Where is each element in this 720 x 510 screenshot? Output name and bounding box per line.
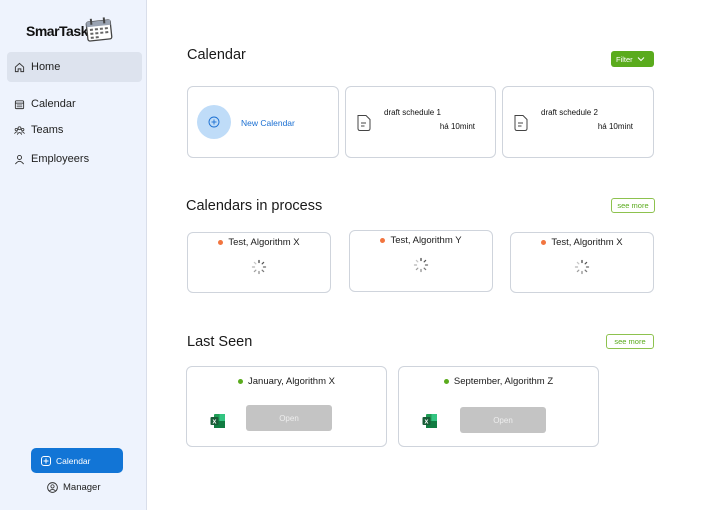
manager-profile[interactable]: Manager [47,482,101,493]
new-calendar-plus-circle [197,105,231,139]
sidebar-item-label: Teams [31,124,64,136]
plus-square-icon [41,455,51,466]
process-card-label: Test, Algorithm Y [390,235,462,246]
plus-circle-icon [208,116,220,128]
status-dot [380,238,386,243]
process-card-title: Test, Algorithm Y [350,235,492,246]
draft-time: há 10mint [597,122,633,131]
status-dot [218,240,224,245]
open-button[interactable]: Open [460,407,546,433]
excel-icon: x [422,414,437,428]
sidebar-item-label: Home [31,61,61,73]
process-card-label: Test, Algorithm X [228,237,300,248]
last-seen-card-label: January, Algorithm X [248,376,335,387]
draft-time: há 10mint [439,122,475,131]
new-calendar-label: New Calendar [241,118,295,128]
sidebar: SmarTask Home Calendar Teams Employeers … [0,0,147,510]
process-card[interactable]: Test, Algorithm X [187,232,331,293]
svg-text:x: x [425,419,429,426]
loading-spinner-icon [413,257,429,273]
last-seen-card-title: September, Algorithm Z [399,376,598,387]
status-dot [541,240,547,245]
draft-name: draft schedule 1 [384,108,441,117]
last-seen-card-label: September, Algorithm Z [453,376,554,387]
calendar-icon [14,99,25,109]
chevron-down-icon [637,57,645,62]
teams-icon [14,125,25,135]
svg-text:x: x [213,419,217,426]
process-card[interactable]: Test, Algorithm X [510,232,654,293]
app-logo[interactable]: SmarTask [25,14,117,44]
sidebar-item-teams[interactable]: Teams [7,115,142,145]
process-card-title: Test, Algorithm X [188,237,330,248]
process-section-title: Calendars in process [186,198,323,214]
process-card-label: Test, Algorithm X [551,237,623,248]
excel-icon: x [210,414,225,428]
document-icon [514,115,528,131]
calendar-section-title: Calendar [187,47,246,63]
sidebar-item-label: Employeers [31,153,90,165]
process-card[interactable]: Test, Algorithm Y [349,230,493,292]
last-seen-card-title: January, Algorithm X [187,376,386,387]
draft-card[interactable]: draft schedule 1 há 10mint [345,86,496,158]
app-logo-text: SmarTask [26,23,88,39]
calendar-button-label: Calendar [56,455,91,466]
new-calendar-card[interactable]: New Calendar [187,86,339,158]
new-calendar-sidebar-button[interactable]: Calendar [31,448,123,473]
draft-name: draft schedule 2 [541,108,598,117]
last-seen-see-more-button[interactable]: see more [606,334,654,349]
last-seen-section-title: Last Seen [187,334,253,350]
draft-card[interactable]: draft schedule 2 há 10mint [502,86,654,158]
sidebar-item-employeers[interactable]: Employeers [7,144,142,174]
user-icon [15,154,24,164]
user-circle-icon [47,482,58,493]
last-seen-card[interactable]: September, Algorithm Z x Open [398,366,599,447]
last-seen-card[interactable]: January, Algorithm X x Open [186,366,387,447]
home-icon [14,62,25,72]
document-icon [357,115,371,131]
loading-spinner-icon [574,259,590,275]
process-see-more-button[interactable]: see more [611,198,655,213]
open-button[interactable]: Open [246,405,332,431]
loading-spinner-icon [251,259,267,275]
filter-button[interactable]: Filter [611,51,654,67]
status-dot [238,379,244,384]
sidebar-item-home[interactable]: Home [7,52,142,82]
filter-label: Filter [616,54,633,64]
logo-calendar-icon [85,17,113,42]
sidebar-item-label: Calendar [31,98,76,110]
status-dot [443,379,449,384]
process-card-title: Test, Algorithm X [511,237,653,248]
manager-label: Manager [63,482,101,493]
